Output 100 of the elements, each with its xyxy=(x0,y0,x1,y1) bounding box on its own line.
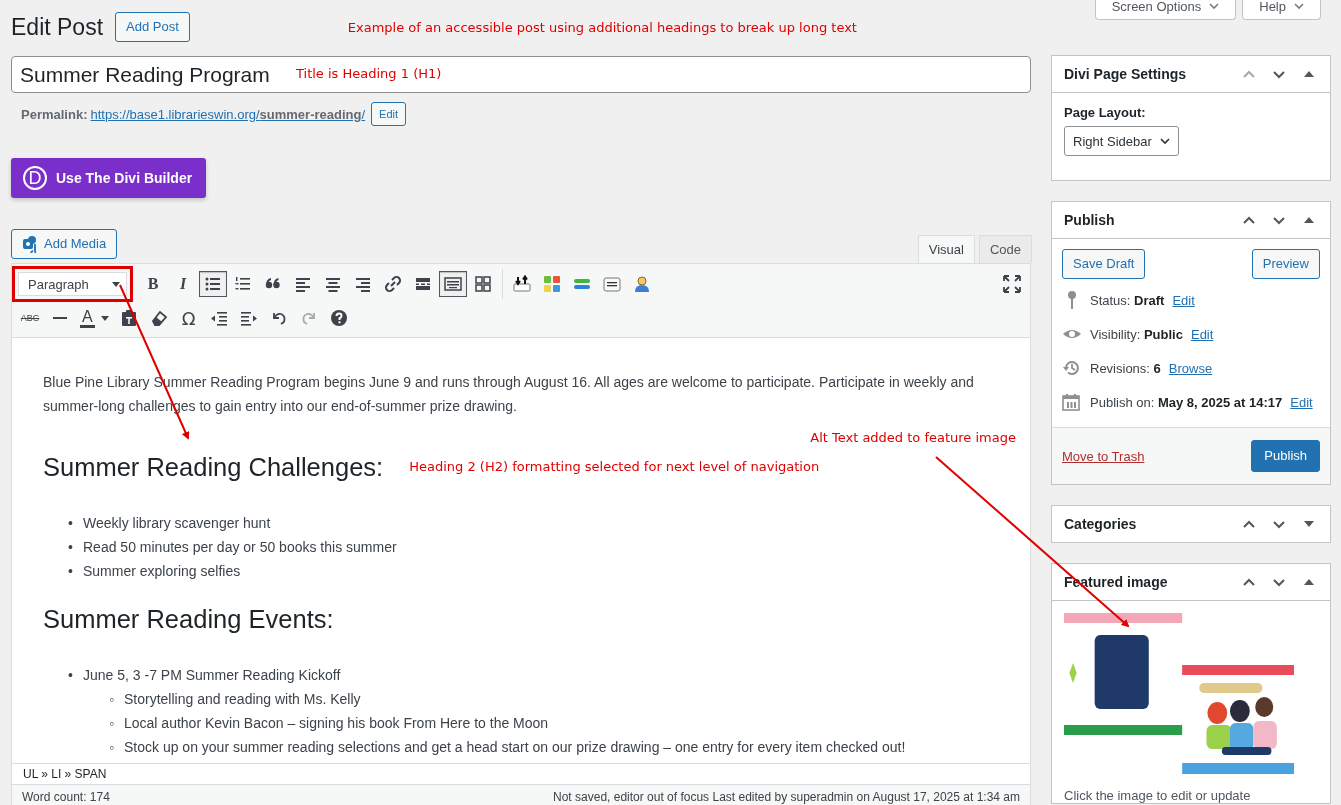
align-left-icon xyxy=(294,275,312,293)
link-icon xyxy=(384,275,402,293)
chevron-up-icon xyxy=(1242,214,1256,226)
add-media-button[interactable]: Add Media xyxy=(11,229,118,259)
list-item: Summer exploring selfies xyxy=(83,562,241,581)
editor-tab[interactable]: Code xyxy=(978,235,1032,263)
read-more-icon xyxy=(414,275,432,293)
box-title: Divi Page Settings xyxy=(1064,66,1188,82)
history-icon xyxy=(1062,359,1082,377)
move-to-trash-link[interactable]: Move to Trash xyxy=(1062,448,1145,464)
list-item: Local author Kevin Bacon – signing his book From Here to the Moon xyxy=(124,714,549,733)
caret-icon xyxy=(112,281,120,287)
chevron-down-icon xyxy=(1272,576,1286,588)
strikethrough-button[interactable]: ABC xyxy=(16,305,44,331)
save-draft-button[interactable]: Save Draft xyxy=(1062,249,1146,279)
field-label: Page Layout: xyxy=(1064,105,1147,120)
publish-button[interactable]: Publish xyxy=(1251,440,1320,472)
chevron-down-icon xyxy=(1272,68,1286,80)
image-hint: Click the image to edit or update xyxy=(1064,788,1252,803)
list-bullet: • xyxy=(68,538,74,557)
list-item: Weekly library scavenger hunt xyxy=(83,514,271,533)
caret-icon xyxy=(1294,2,1304,10)
list-item: June 5, 3 -7 PM Summer Reading Kickoff xyxy=(83,666,341,685)
annotation-note: Alt Text added to feature image xyxy=(810,429,1016,447)
chevron-up-icon xyxy=(1242,68,1256,80)
add-post-button[interactable]: Add Post xyxy=(115,12,190,42)
triangle-up-icon xyxy=(1304,70,1314,78)
pin-icon xyxy=(1068,291,1076,309)
publish-info: Status: Draft xyxy=(1090,292,1165,308)
edit-link[interactable]: Browse xyxy=(1168,360,1213,376)
list-item: Storytelling and reading with Ms. Kelly xyxy=(124,690,361,709)
edit-permalink-button[interactable]: Edit xyxy=(371,102,407,126)
chevron-down-icon xyxy=(1272,518,1286,530)
special-character-button[interactable]: Ω xyxy=(174,305,203,331)
fullscreen-icon xyxy=(1003,275,1021,293)
triangle-up-icon xyxy=(1304,216,1314,224)
bulleted-list-icon xyxy=(204,275,222,293)
box-title: Categories xyxy=(1064,516,1138,532)
divi-builder-button[interactable]: D Use The Divi Builder xyxy=(11,158,207,198)
element-path: UL » LI » SPAN xyxy=(23,767,107,781)
box-title: Publish xyxy=(1064,212,1116,228)
eraser-icon xyxy=(149,309,168,327)
lines-icon xyxy=(603,275,621,293)
text-color-button[interactable]: A xyxy=(76,305,113,331)
edit-link[interactable]: Edit xyxy=(1290,394,1313,410)
format-select[interactable]: Paragraph xyxy=(18,272,127,296)
caret-icon xyxy=(100,315,109,321)
list-bullet: • xyxy=(68,514,74,533)
word-count: Word count: 174 xyxy=(22,789,110,804)
permalink-link[interactable]: https://base1.librarieswin.org/summer-reading/ xyxy=(90,106,366,122)
list-bullet: • xyxy=(68,562,74,581)
person-icon xyxy=(633,275,651,293)
content-heading: Summer Reading Events: xyxy=(43,604,334,635)
bold-button[interactable]: B xyxy=(139,271,167,297)
horizontal-line-icon xyxy=(53,317,67,319)
list-bullet: ◦ xyxy=(109,690,115,709)
permalink-label: Permalink: xyxy=(21,106,88,122)
arrows-icon xyxy=(513,275,531,293)
list-bullet: • xyxy=(68,666,74,685)
page-layout-select[interactable]: Right Sidebar xyxy=(1064,126,1179,156)
outdent-icon xyxy=(209,309,228,327)
indent-icon xyxy=(239,309,258,327)
annotation-note: Title is Heading 1 (H1) xyxy=(296,66,442,81)
toolbar-button[interactable] xyxy=(439,271,467,297)
list-bullet: ◦ xyxy=(109,738,115,757)
media-icon xyxy=(22,235,38,253)
chevron-up-icon xyxy=(1242,576,1256,588)
toolbar-toggle-icon xyxy=(444,275,462,293)
blocks-icon xyxy=(543,275,561,293)
align-center-icon xyxy=(324,275,342,293)
grid-icon xyxy=(474,275,492,293)
publish-info: Visibility: Public xyxy=(1090,326,1183,342)
screen-tab[interactable]: Screen Options xyxy=(1094,0,1237,20)
chevron-down-icon xyxy=(1159,137,1170,145)
caret-icon xyxy=(1209,2,1220,10)
annotation-note: Heading 2 (H2) formatting selected for next level of navigation xyxy=(409,458,820,476)
triangle-down-icon xyxy=(1304,520,1314,528)
help-icon xyxy=(329,309,348,327)
save-status: Not saved, editor out of focus Last edited by superadmin on August 17, 2025 at 1:34 am xyxy=(553,789,1020,804)
edit-link[interactable]: Edit xyxy=(1172,292,1195,308)
chevron-up-icon xyxy=(1242,518,1256,530)
content-heading: Summer Reading Challenges: xyxy=(43,452,384,483)
align-right-icon xyxy=(354,275,372,293)
publish-info: Publish on: May 8, 2025 at 14:17 xyxy=(1090,394,1283,410)
annotation-note: Example of an accessible post using additional headings to break up long text xyxy=(347,19,857,35)
chevron-down-icon xyxy=(1272,214,1286,226)
editor-tab[interactable]: Visual xyxy=(917,235,975,263)
page-title: Edit Post xyxy=(11,13,104,41)
preview-button[interactable]: Preview xyxy=(1251,249,1320,279)
paste-text-icon xyxy=(119,309,138,327)
list-item: Stock up on your summer reading selections and get a head start on our prize drawing – one entry for every item checked out! xyxy=(124,738,906,757)
divi-logo: D xyxy=(23,166,47,190)
edit-link[interactable]: Edit xyxy=(1190,326,1214,342)
toolbar-button[interactable] xyxy=(199,271,227,297)
list-item: Read 50 minutes per day or 50 books this summer xyxy=(83,538,397,557)
numbered-list-icon xyxy=(234,275,252,293)
publish-info: Revisions: 6 xyxy=(1090,360,1161,376)
italic-button[interactable]: I xyxy=(169,271,197,297)
screen-tab[interactable]: Help xyxy=(1242,0,1321,20)
triangle-up-icon xyxy=(1304,578,1314,586)
